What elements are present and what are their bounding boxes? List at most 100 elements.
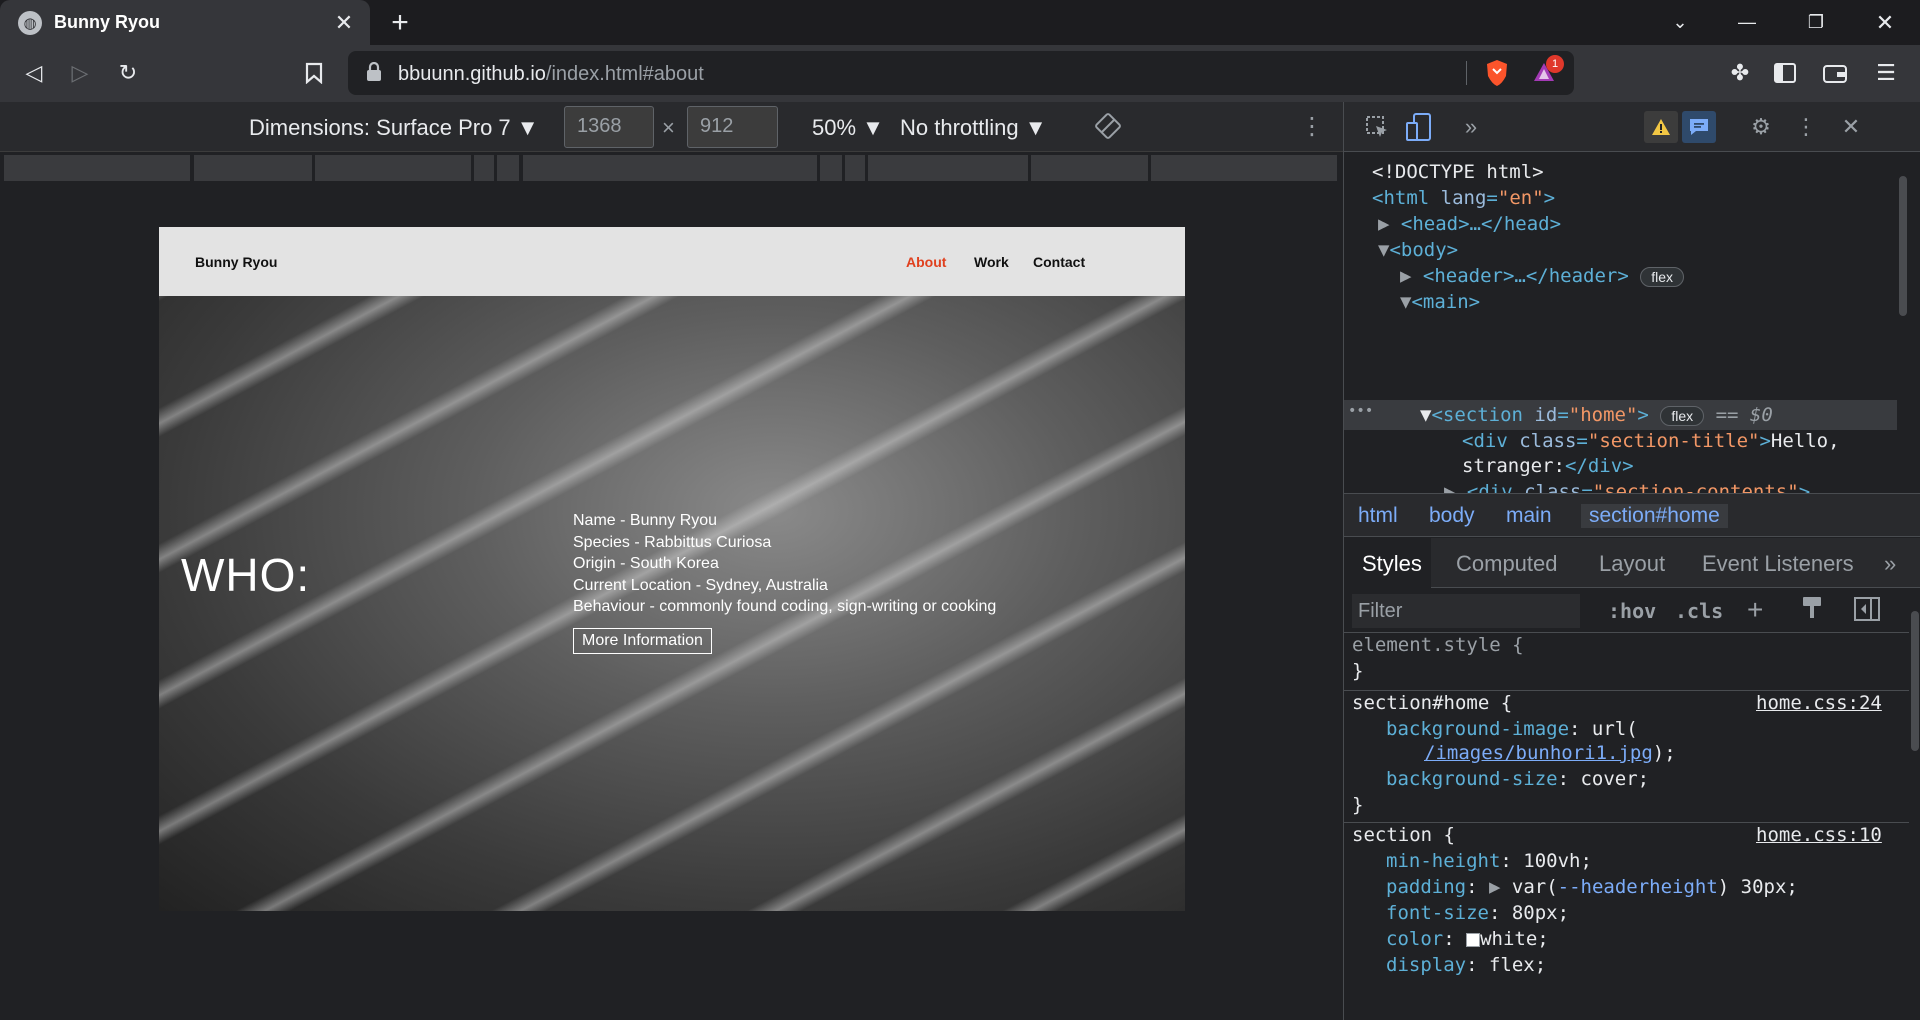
media-query-segment[interactable]: [868, 155, 1028, 181]
more-tabs-icon[interactable]: »: [1454, 111, 1488, 143]
throttling-select[interactable]: No throttling ▼: [900, 115, 1047, 141]
media-query-bar: [0, 153, 1343, 185]
info-origin: Origin - South Korea: [573, 555, 719, 572]
media-query-segment[interactable]: [4, 155, 190, 181]
more-options-icon[interactable]: ⋮: [1300, 112, 1324, 141]
styles-filter-input[interactable]: Filter: [1352, 594, 1580, 628]
media-query-segment[interactable]: [194, 155, 312, 181]
cls-button[interactable]: .cls: [1675, 599, 1723, 623]
head-node[interactable]: ▶ <head>…</head>: [1378, 213, 1561, 235]
globe-icon: ◍: [18, 10, 42, 35]
warning-icon[interactable]: [1644, 111, 1678, 143]
media-query-segment[interactable]: [845, 155, 865, 181]
new-rule-button[interactable]: +: [1747, 594, 1763, 626]
flex-badge[interactable]: flex: [1660, 405, 1705, 426]
close-tab-icon[interactable]: ✕: [330, 9, 358, 37]
height-input[interactable]: 912: [687, 106, 778, 148]
back-icon[interactable]: ◁: [16, 55, 52, 91]
node-actions-dots[interactable]: •••: [1348, 403, 1373, 419]
section-title-node[interactable]: <div class="section-title">Hello,: [1462, 430, 1840, 452]
sidebar-icon[interactable]: [1767, 55, 1803, 91]
crumb-section-home[interactable]: section#home: [1581, 504, 1728, 528]
color-swatch[interactable]: [1466, 932, 1481, 947]
main-node[interactable]: ▼<main>: [1400, 291, 1480, 313]
font-size-decl[interactable]: font-size: 80px;: [1386, 902, 1569, 924]
styles-scrollbar[interactable]: [1909, 589, 1920, 1020]
body-node[interactable]: ▼<body>: [1378, 239, 1458, 261]
crumb-main[interactable]: main: [1506, 504, 1552, 528]
issues-icon[interactable]: [1682, 111, 1716, 143]
media-query-segment[interactable]: [497, 155, 519, 181]
section-home-node[interactable]: ▼<section id="home"> flex == $0: [1420, 404, 1773, 426]
brave-shields-icon[interactable]: [1484, 59, 1510, 87]
tab-search-icon[interactable]: ⌄: [1650, 0, 1710, 45]
media-query-segment[interactable]: [523, 155, 817, 181]
tab-layout[interactable]: Layout: [1599, 551, 1665, 577]
paintbrush-icon[interactable]: [1800, 595, 1824, 626]
info-behaviour: Behaviour - commonly found coding, sign-…: [573, 598, 997, 615]
close-window-button[interactable]: ✕: [1855, 0, 1915, 45]
media-query-segment[interactable]: [315, 155, 471, 181]
crumb-html[interactable]: html: [1358, 504, 1398, 528]
web-page: Bunny Ryou About Work Contact WHO: Name …: [159, 227, 1185, 911]
nav-about[interactable]: About: [906, 254, 946, 270]
close-devtools-icon[interactable]: ✕: [1834, 111, 1868, 143]
devtools-panel: » ⚙ ⋮ ✕ <!DOCTYPE html> <html lang="en">…: [1343, 102, 1920, 1020]
home-css-10-link[interactable]: home.css:10: [1756, 824, 1882, 846]
background-image-url[interactable]: /images/bunhori1.jpg);: [1424, 742, 1676, 764]
display-decl[interactable]: display: flex;: [1386, 954, 1546, 976]
browser-tab[interactable]: ◍ Bunny Ryou ✕: [0, 0, 370, 45]
section-home-selector[interactable]: section#home {: [1352, 692, 1512, 714]
toggle-sidebar-icon[interactable]: [1854, 597, 1880, 626]
element-style-rule[interactable]: element.style {: [1352, 634, 1524, 656]
device-toggle-icon[interactable]: [1402, 111, 1436, 143]
elements-scrollbar[interactable]: [1897, 154, 1909, 492]
media-query-segment[interactable]: [474, 155, 494, 181]
hov-button[interactable]: :hov: [1608, 599, 1656, 623]
devtools-menu-icon[interactable]: ⋮: [1789, 111, 1823, 143]
color-decl[interactable]: color: white;: [1386, 928, 1549, 950]
site-logo[interactable]: Bunny Ryou: [195, 254, 277, 270]
background-size-decl[interactable]: background-size: cover;: [1386, 768, 1649, 790]
padding-decl[interactable]: padding: ▶ var(--headerheight) 30px;: [1386, 876, 1798, 898]
breadcrumb: html body main section#home: [1344, 493, 1920, 537]
home-css-24-link[interactable]: home.css:24: [1756, 692, 1882, 714]
address-bar[interactable]: bbuunn.github.io/index.html#about 1: [348, 51, 1574, 95]
wallet-icon[interactable]: [1817, 55, 1853, 91]
width-input[interactable]: 1368: [564, 106, 654, 148]
brave-rewards-icon[interactable]: 1: [1532, 55, 1564, 87]
inspect-element-icon[interactable]: [1360, 111, 1394, 143]
dimensions-select[interactable]: Dimensions: Surface Pro 7 ▼: [249, 115, 539, 141]
forward-icon[interactable]: ▷: [62, 55, 98, 91]
home-section: WHO: Name - Bunny Ryou Species - Rabbitt…: [159, 296, 1185, 911]
media-query-segment[interactable]: [1151, 155, 1337, 181]
tab-event-listeners[interactable]: Event Listeners: [1702, 551, 1854, 577]
background-image-decl[interactable]: background-image: url(: [1386, 718, 1638, 740]
header-node[interactable]: ▶ <header>…</header> flex: [1400, 265, 1685, 287]
tab-computed[interactable]: Computed: [1456, 551, 1558, 577]
extensions-icon[interactable]: ✤: [1722, 55, 1758, 91]
nav-contact[interactable]: Contact: [1033, 254, 1085, 270]
min-height-decl[interactable]: min-height: 100vh;: [1386, 850, 1592, 872]
menu-icon[interactable]: ☰: [1868, 55, 1904, 91]
tab-styles[interactable]: Styles: [1362, 551, 1422, 577]
bookmark-icon[interactable]: [296, 55, 332, 91]
new-tab-button[interactable]: +: [383, 6, 417, 40]
zoom-select[interactable]: 50% ▼: [812, 115, 884, 141]
flex-badge[interactable]: flex: [1640, 266, 1685, 287]
doctype-node[interactable]: <!DOCTYPE html>: [1372, 161, 1544, 183]
media-query-segment[interactable]: [820, 155, 842, 181]
minimize-button[interactable]: —: [1717, 0, 1777, 45]
html-node[interactable]: <html lang="en">: [1372, 187, 1555, 209]
rotate-icon[interactable]: [1094, 112, 1122, 145]
crumb-body[interactable]: body: [1429, 504, 1475, 528]
more-panels-icon[interactable]: »: [1884, 551, 1896, 577]
settings-gear-icon[interactable]: ⚙: [1744, 111, 1778, 143]
restore-button[interactable]: ❐: [1786, 0, 1846, 45]
nav-work[interactable]: Work: [974, 254, 1009, 270]
more-information-button[interactable]: More Information: [573, 627, 712, 654]
reload-icon[interactable]: ↻: [110, 55, 146, 91]
media-query-segment[interactable]: [1031, 155, 1148, 181]
rule-close: }: [1352, 660, 1364, 682]
section-selector[interactable]: section {: [1352, 824, 1455, 846]
